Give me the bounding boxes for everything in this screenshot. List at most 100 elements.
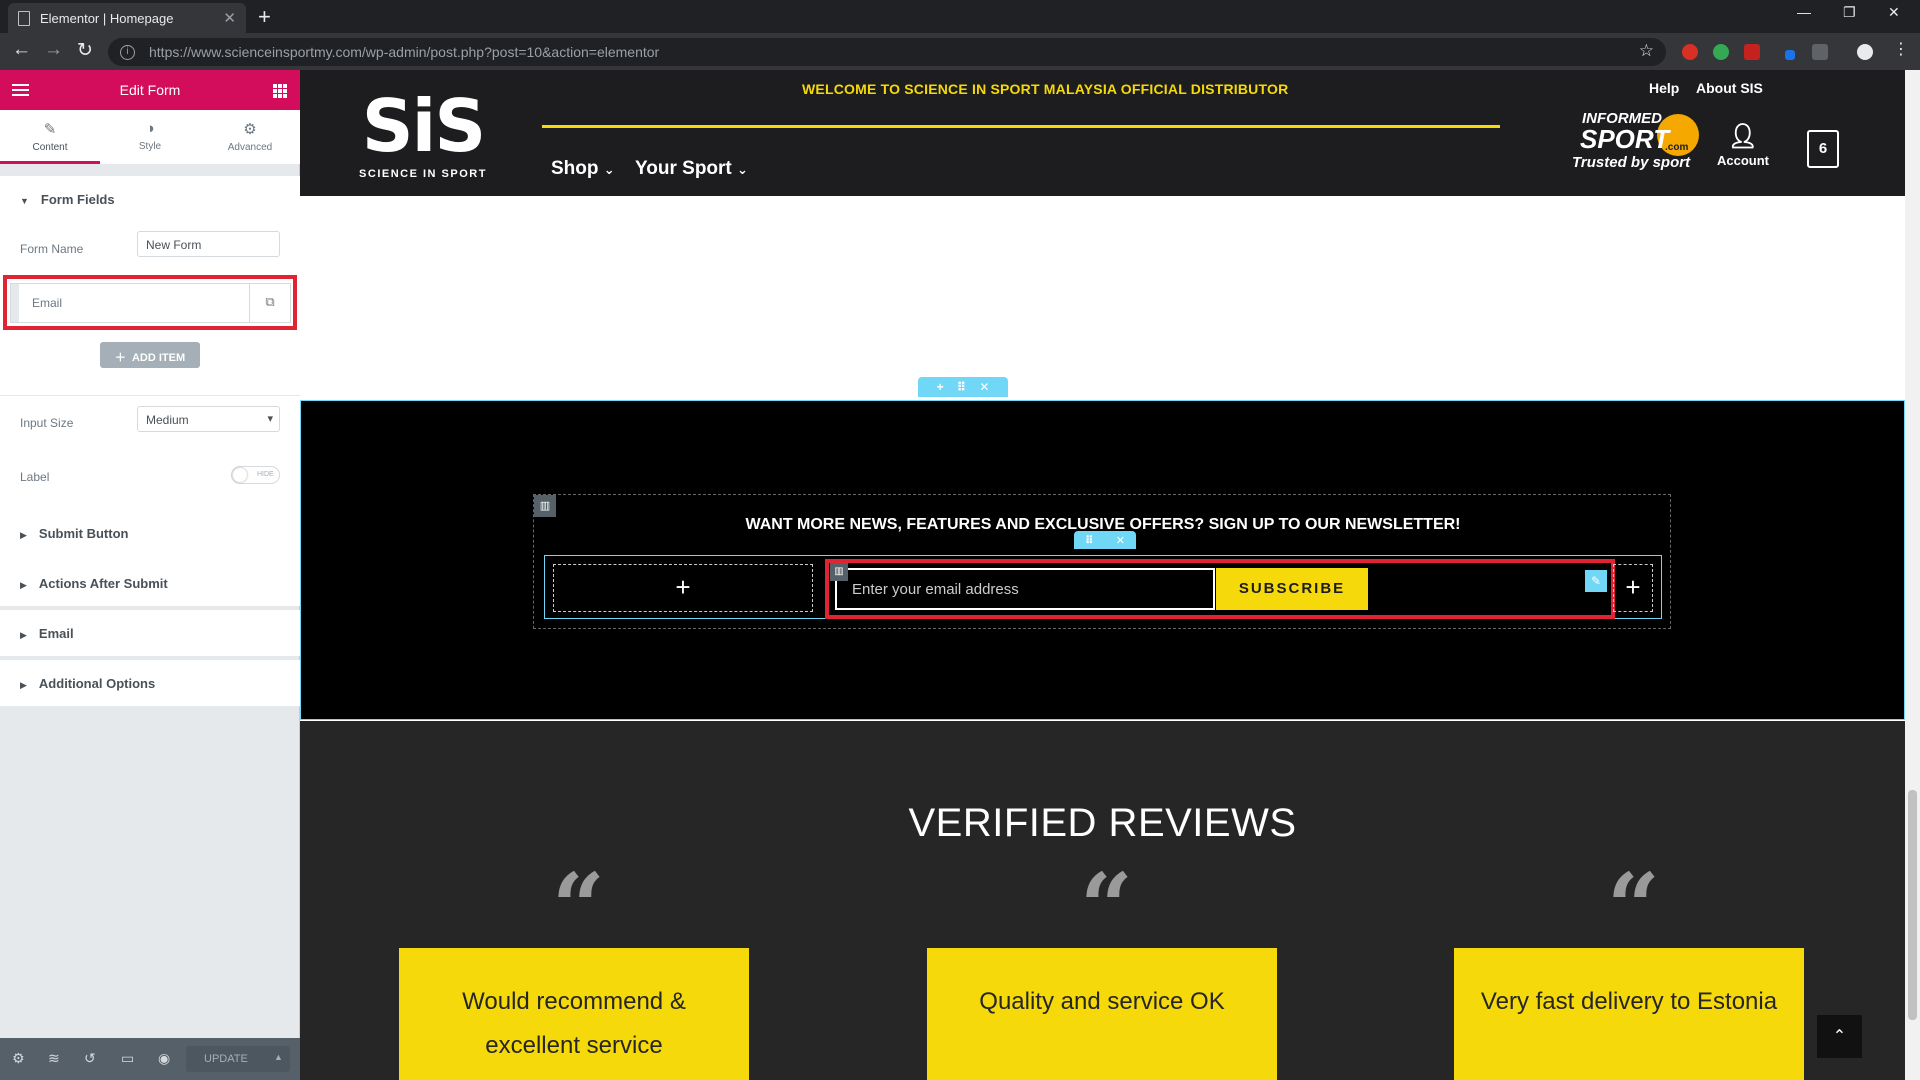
cart-button[interactable]: 6 bbox=[1807, 130, 1839, 168]
chevron-down-icon: ⌄ bbox=[737, 162, 748, 177]
divider bbox=[0, 395, 300, 396]
caret-right-icon: ▶ bbox=[20, 580, 27, 590]
scroll-to-top-button[interactable]: ⌃ bbox=[1817, 1015, 1862, 1058]
restore-icon[interactable]: ❐ bbox=[1843, 4, 1856, 21]
add-item-button[interactable]: ＋ ADD ITEM bbox=[100, 342, 200, 368]
browser-tab[interactable]: Elementor | Homepage ✕ bbox=[8, 3, 246, 33]
sport-text: SPORT bbox=[1580, 124, 1670, 154]
extension-icon[interactable] bbox=[1812, 44, 1828, 60]
browser-tab-bar: Elementor | Homepage ✕ + — ❐ ✕ bbox=[0, 0, 1920, 33]
section-submit-button[interactable]: ▶ Submit Button bbox=[0, 510, 300, 556]
add-section-icon[interactable]: + bbox=[937, 380, 944, 394]
update-label: UPDATE bbox=[204, 1053, 248, 1065]
address-bar[interactable]: i https://www.scienceinsportmy.com/wp-ad… bbox=[108, 38, 1666, 66]
newsletter-form[interactable]: Enter your email address SUBSCRIBE ▥ ✎ bbox=[825, 559, 1615, 619]
caret-down-icon: ▼ bbox=[20, 196, 29, 206]
tab-content-label: Content bbox=[32, 142, 68, 153]
update-button[interactable]: UPDATE ▲ bbox=[186, 1046, 290, 1072]
account-link[interactable]: 👤︎ Account bbox=[1708, 123, 1778, 169]
newsletter-section[interactable]: ▥ WANT MORE NEWS, FEATURES AND EXCLUSIVE… bbox=[300, 400, 1905, 720]
forward-icon[interactable]: → bbox=[44, 39, 63, 61]
window-close-icon[interactable]: ✕ bbox=[1888, 4, 1900, 21]
browser-toolbar: ← → ↻ i https://www.scienceinsportmy.com… bbox=[0, 33, 1920, 70]
empty-column-add[interactable]: + bbox=[553, 564, 813, 612]
delete-section-icon[interactable]: ✕ bbox=[979, 380, 989, 394]
widgets-grid-icon[interactable] bbox=[273, 84, 287, 98]
form-name-input[interactable]: New Form bbox=[137, 231, 280, 257]
logo-text: SiS bbox=[361, 84, 486, 168]
review-card: Very fast delivery to Estonia bbox=[1454, 948, 1804, 1080]
section-title: Actions After Submit bbox=[38, 576, 168, 591]
section-form-fields-title: Form Fields bbox=[40, 192, 115, 207]
section-handle[interactable]: + ⠿ ✕ bbox=[918, 377, 1008, 397]
section-actions-after-submit[interactable]: ▶ Actions After Submit bbox=[0, 560, 300, 606]
welcome-banner: WELCOME TO SCIENCE IN SPORT MALAYSIA OFF… bbox=[802, 81, 1289, 97]
navigator-layers-icon[interactable]: ≋ bbox=[48, 1050, 60, 1067]
user-icon: 👤︎ bbox=[1727, 123, 1759, 150]
inner-section-handle[interactable]: ⠿ ✕ bbox=[1074, 531, 1136, 549]
section-form-fields[interactable]: ▼ Form Fields bbox=[0, 176, 300, 222]
menu-shop-label: Shop bbox=[551, 158, 599, 179]
caret-right-icon: ▶ bbox=[20, 530, 27, 540]
sis-logo[interactable]: SiS SCIENCE IN SPORT bbox=[348, 88, 498, 184]
caret-up-icon[interactable]: ▲ bbox=[274, 1052, 283, 1062]
reload-icon[interactable]: ↻ bbox=[77, 39, 93, 62]
menu-shop[interactable]: Shop ⌄ bbox=[551, 158, 615, 180]
close-tab-icon[interactable]: ✕ bbox=[223, 9, 236, 27]
minimize-icon[interactable]: — bbox=[1797, 4, 1811, 20]
input-size-label: Input Size bbox=[20, 416, 74, 430]
extension-icon[interactable] bbox=[1744, 44, 1760, 60]
tab-style[interactable]: ◑ Style bbox=[100, 110, 200, 164]
column-handle-icon[interactable]: ▥ bbox=[830, 563, 848, 581]
tab-content[interactable]: ✎ Content bbox=[0, 110, 100, 164]
trusted-text: Trusted by sport bbox=[1572, 154, 1691, 171]
empty-column-add[interactable]: + bbox=[1613, 564, 1653, 612]
edit-widget-icon[interactable]: ✎ bbox=[1585, 570, 1607, 592]
extension-icon[interactable] bbox=[1713, 44, 1729, 60]
info-icon[interactable]: i bbox=[120, 44, 135, 60]
tab-advanced[interactable]: ⚙ Advanced bbox=[200, 110, 300, 164]
pencil-icon: ✎ bbox=[43, 121, 57, 138]
newsletter-heading-b: SIGN UP TO OUR NEWSLETTER! bbox=[1208, 516, 1461, 533]
review-card: Quality and service OK bbox=[927, 948, 1277, 1080]
move-section-icon[interactable]: ⠿ bbox=[957, 380, 966, 394]
move-icon[interactable]: ⠿ bbox=[1085, 534, 1094, 547]
about-link[interactable]: About SIS bbox=[1696, 80, 1763, 96]
document-icon bbox=[18, 10, 30, 26]
scrollbar-thumb[interactable] bbox=[1908, 790, 1917, 1020]
extension-icon[interactable] bbox=[1785, 50, 1795, 60]
site-preview: WELCOME TO SCIENCE IN SPORT MALAYSIA OFF… bbox=[300, 70, 1905, 1080]
section-title: Additional Options bbox=[38, 676, 156, 691]
preview-eye-icon[interactable]: ◉ bbox=[158, 1050, 170, 1067]
caret-right-icon: ▶ bbox=[20, 680, 27, 690]
newsletter-inner-section[interactable]: ▥ WANT MORE NEWS, FEATURES AND EXCLUSIVE… bbox=[533, 494, 1671, 629]
history-icon[interactable]: ↺ bbox=[84, 1050, 96, 1067]
back-icon[interactable]: ← bbox=[12, 39, 31, 61]
chrome-menu-icon[interactable]: ⋮ bbox=[1893, 39, 1909, 59]
informed-sport-logo[interactable]: INFORMED SPORT .com Trusted by sport bbox=[1572, 110, 1702, 171]
page-scrollbar[interactable] bbox=[1905, 70, 1920, 1080]
form-name-label: Form Name bbox=[20, 242, 84, 256]
help-link[interactable]: Help bbox=[1649, 80, 1679, 96]
section-title: Submit Button bbox=[38, 526, 129, 541]
review-card: Would recommend & excellent service bbox=[399, 948, 749, 1080]
browser-tab-title: Elementor | Homepage bbox=[40, 10, 174, 26]
delete-icon[interactable]: ✕ bbox=[1116, 534, 1125, 547]
profile-avatar-icon[interactable] bbox=[1857, 44, 1873, 60]
section-email[interactable]: ▶ Email bbox=[0, 610, 300, 656]
url-text: https://www.scienceinsportmy.com/wp-admi… bbox=[149, 44, 660, 60]
column-handle-icon[interactable]: ▥ bbox=[534, 495, 556, 517]
quote-icon: “ bbox=[552, 853, 605, 961]
tab-style-label: Style bbox=[138, 141, 162, 152]
panel-tabs: ✎ Content ◑ Style ⚙ Advanced bbox=[0, 110, 300, 164]
settings-icon[interactable]: ⚙ bbox=[12, 1050, 25, 1067]
responsive-desktop-icon[interactable]: ▭ bbox=[121, 1050, 134, 1067]
section-additional-options[interactable]: ▶ Additional Options bbox=[0, 660, 300, 706]
new-tab-icon[interactable]: + bbox=[258, 4, 271, 30]
bookmark-star-icon[interactable]: ☆ bbox=[1639, 41, 1654, 61]
label-toggle-switch[interactable]: HIDE bbox=[231, 466, 280, 484]
input-size-select[interactable]: Medium bbox=[137, 406, 280, 432]
panel-title: Edit Form bbox=[119, 82, 181, 98]
extension-icon[interactable] bbox=[1682, 44, 1698, 60]
menu-your-sport[interactable]: Your Sport ⌄ bbox=[635, 158, 748, 180]
